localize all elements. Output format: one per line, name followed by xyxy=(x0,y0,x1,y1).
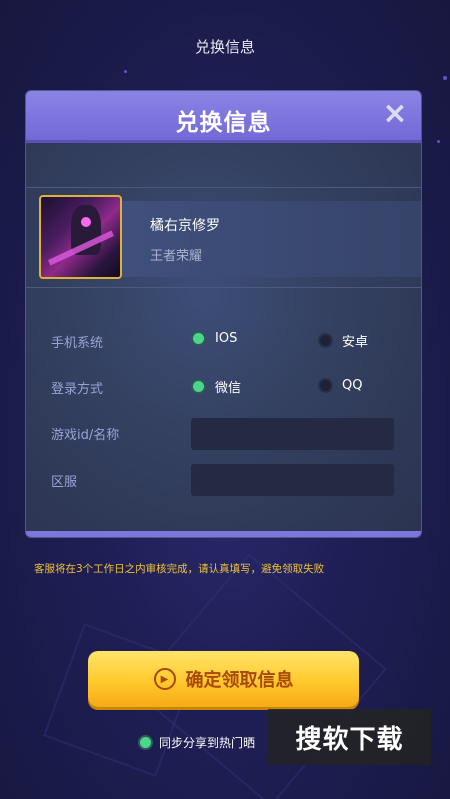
watermark-logo: 搜软下载 xyxy=(268,709,431,765)
radio-selected-icon xyxy=(193,381,204,392)
checkbox-checked-icon xyxy=(140,737,151,748)
confirm-claim-button[interactable]: ▶ 确定领取信息 xyxy=(88,651,359,707)
radio-label: 微信 xyxy=(215,381,242,396)
sparkle-decoration xyxy=(443,76,447,80)
radio-unselected-icon xyxy=(320,380,331,391)
system-label: 手机系统 xyxy=(51,336,104,351)
game-id-input[interactable] xyxy=(191,418,394,450)
page-title: 兑换信息 xyxy=(194,38,255,56)
notice-text: 客服将在3个工作日之内审核完成，请认真填写，避免领取失败 xyxy=(34,563,325,575)
game-id-label: 游戏id/名称 xyxy=(51,428,120,443)
sparkle-decoration xyxy=(437,140,440,143)
share-toggle[interactable]: 同步分享到热门晒 xyxy=(140,734,255,751)
radio-wechat[interactable]: 微信 xyxy=(193,377,241,396)
radio-selected-icon xyxy=(193,333,204,344)
radio-label: IOS xyxy=(215,331,238,346)
close-icon[interactable]: × xyxy=(381,99,409,129)
login-label: 登录方式 xyxy=(51,382,104,397)
game-name: 橘右京修罗 xyxy=(150,218,220,234)
server-label: 区服 xyxy=(51,475,78,490)
modal-bottom-bar xyxy=(26,531,421,537)
radio-qq[interactable]: QQ xyxy=(320,378,362,393)
sparkle-decoration xyxy=(124,70,127,73)
server-input[interactable] xyxy=(191,464,394,496)
divider xyxy=(26,287,421,288)
divider xyxy=(26,187,421,188)
radio-android[interactable]: 安卓 xyxy=(320,331,368,350)
modal-title: 兑换信息 xyxy=(175,110,272,136)
radio-label: QQ xyxy=(342,378,363,393)
exchange-modal: 兑换信息 × 橘右京修罗 王者荣耀 手机系统 IOS 安卓 登录方式 微信 QQ… xyxy=(25,90,422,538)
modal-header: 兑换信息 × xyxy=(26,91,421,143)
radio-ios[interactable]: IOS xyxy=(193,331,237,346)
radio-label: 安卓 xyxy=(342,335,369,350)
game-category: 王者荣耀 xyxy=(150,249,203,264)
game-info-panel: 橘右京修罗 王者荣耀 xyxy=(122,201,421,277)
play-circle-icon: ▶ xyxy=(153,668,176,690)
radio-unselected-icon xyxy=(320,335,331,346)
share-label: 同步分享到热门晒 xyxy=(159,736,256,750)
confirm-claim-label: 确定领取信息 xyxy=(185,670,294,691)
game-thumbnail xyxy=(39,195,122,279)
